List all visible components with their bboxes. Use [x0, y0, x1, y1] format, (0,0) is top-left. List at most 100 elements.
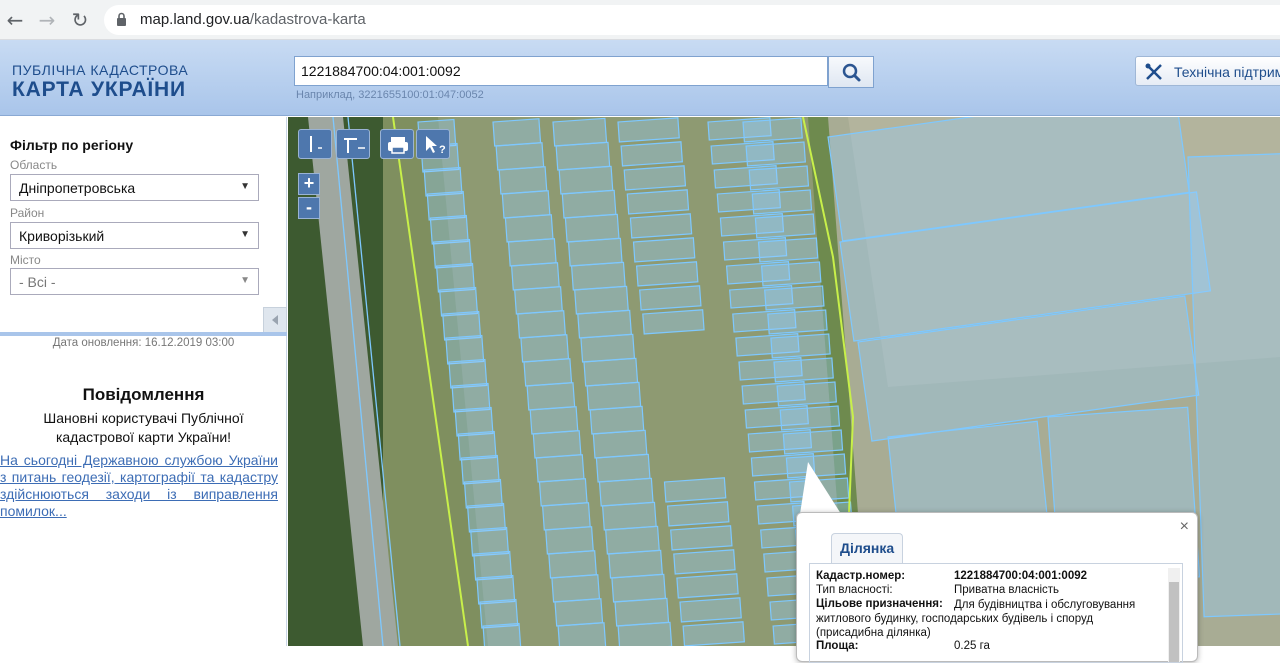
parcel [517, 310, 567, 339]
rayon-value: Криворізький [19, 228, 105, 244]
scrollbar-thumb[interactable] [1169, 582, 1179, 662]
parcel [635, 261, 699, 287]
parcel [501, 190, 551, 219]
zoom-in-button[interactable]: + [298, 173, 320, 195]
parcel [605, 525, 660, 555]
back-arrow-icon[interactable]: ← [4, 9, 26, 31]
parcel [520, 334, 570, 363]
parcel [495, 142, 545, 171]
parcel [523, 358, 573, 387]
lock-icon [117, 12, 126, 26]
parcel [608, 549, 663, 579]
parcel [682, 621, 745, 646]
search-button[interactable] [828, 56, 874, 88]
tab-parcel[interactable]: Ділянка [831, 533, 904, 563]
parcel [776, 381, 837, 407]
parcel [526, 382, 576, 411]
parcel [666, 501, 730, 527]
purpose-value: Для будівництва і обслуговування житлово… [816, 599, 1136, 639]
parcel [548, 550, 598, 579]
zoom-out-button[interactable]: - [298, 197, 320, 219]
parcel [545, 526, 594, 555]
ownership-value: Приватна власність [954, 584, 1060, 596]
measure-area-button[interactable] [336, 129, 370, 159]
parcel [770, 333, 831, 359]
parcel [745, 141, 806, 167]
support-button[interactable]: Технічна підтримка [1135, 56, 1280, 86]
parcel [629, 213, 693, 239]
measure-distance-button[interactable] [298, 129, 332, 159]
parcel [551, 574, 601, 603]
chevron-left-icon [272, 315, 278, 325]
parcel [574, 285, 629, 315]
parcel [742, 117, 803, 143]
parcel [498, 166, 548, 195]
parcel [673, 549, 736, 575]
support-label: Технічна підтримка [1174, 64, 1280, 80]
parcel [586, 381, 642, 411]
notice-link[interactable]: На сьогодні Державною службою України з … [0, 452, 278, 520]
parcel [626, 189, 690, 215]
parcel [764, 285, 825, 311]
area-label: Площа: [816, 640, 859, 652]
svg-text:?: ? [439, 144, 446, 156]
browser-toolbar: ← → ↻ map.land.gov.ua/kadastrova-karta [0, 0, 1280, 40]
identify-button[interactable]: ? [416, 129, 450, 159]
logo-bottom-text: КАРТА УКРАЇНИ [12, 78, 186, 101]
panel-divider [0, 332, 287, 336]
parcel [535, 454, 585, 483]
parcel [564, 213, 620, 243]
filter-title: Фільтр по регіону [10, 137, 134, 153]
printer-icon [388, 137, 408, 154]
misto-label: Місто [10, 253, 41, 267]
area-icon [344, 138, 365, 153]
popup-scrollbar[interactable] [1168, 568, 1180, 662]
parcel [554, 598, 604, 627]
parcel [552, 117, 608, 147]
chevron-down-icon: ▼ [240, 229, 250, 240]
parcel [1187, 153, 1280, 618]
parcel [670, 525, 733, 551]
notice-text: Шановні користувачі Публічної кадастрово… [43, 410, 244, 445]
parcel [598, 477, 654, 507]
parcel [663, 477, 727, 503]
parcel [617, 117, 680, 143]
parcel [773, 357, 834, 383]
print-button[interactable] [380, 129, 414, 159]
parcel [754, 213, 816, 239]
notice-title: Повідомлення [82, 385, 205, 404]
cadastral-search-input[interactable] [294, 56, 828, 86]
misto-value: - Всі - [19, 274, 56, 290]
parcel [589, 405, 645, 435]
ownership-label: Тип власності: [816, 584, 893, 596]
parcel [748, 165, 810, 191]
url-path: /kadastrova-karta [249, 11, 366, 28]
parcel [632, 237, 696, 263]
rayon-select[interactable]: Криворізький ▼ [10, 222, 259, 249]
parcel [514, 286, 563, 315]
update-date: Дата оновлення: 16.12.2019 03:00 [52, 337, 235, 349]
parcel [492, 118, 542, 147]
ruler-icon [310, 136, 322, 152]
misto-select[interactable]: - Всі - ▼ [10, 268, 259, 295]
close-icon[interactable]: × [1180, 518, 1189, 536]
parcel [642, 309, 705, 335]
parcel [592, 429, 648, 459]
cadastral-number-label: Кадастр.номер: [816, 570, 906, 582]
parcel [611, 573, 667, 603]
url-host: map.land.gov.ua [140, 11, 250, 28]
oblast-label: Область [10, 158, 58, 172]
collapse-panel-button[interactable] [263, 307, 287, 333]
forward-arrow-icon[interactable]: → [36, 9, 58, 31]
reload-icon[interactable]: ↻ [69, 9, 91, 31]
oblast-select[interactable]: Дніпропетровська ▼ [10, 174, 259, 201]
rayon-label: Район [10, 206, 45, 220]
parcel [529, 406, 579, 435]
parcel [507, 238, 557, 267]
parcel [567, 237, 623, 267]
parcel-info-popup: × Ділянка Кадастр.номер: 1221884700:04:0… [796, 512, 1198, 663]
parcel [767, 309, 828, 335]
sidebar: Фільтр по регіону Область Дніпропетровсь… [0, 117, 287, 646]
parcel [785, 453, 847, 479]
parcel [577, 309, 632, 339]
